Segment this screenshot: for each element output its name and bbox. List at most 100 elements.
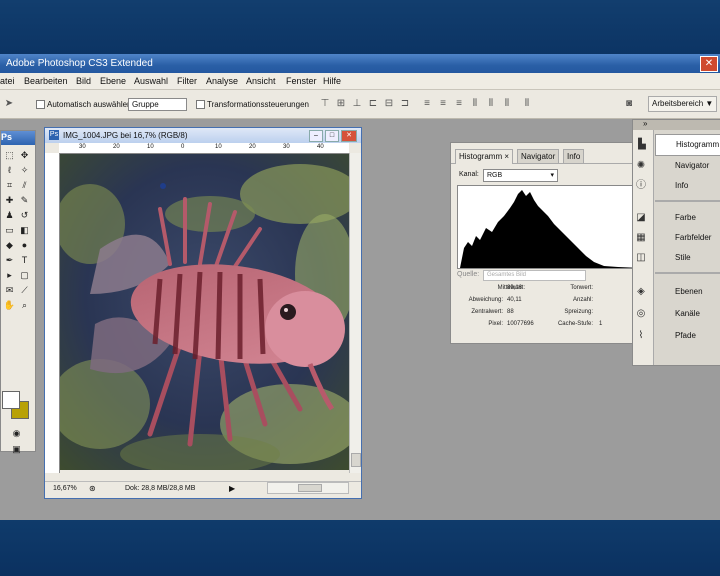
- chevron-down-icon: ▾: [550, 172, 554, 179]
- dock-separator: [655, 272, 720, 274]
- marquee-tool-icon[interactable]: ⬚: [3, 149, 16, 161]
- dock-item-channels[interactable]: ◎ Kanäle: [637, 304, 720, 324]
- align-right-icon[interactable]: ⊐: [398, 98, 412, 110]
- distribute-hcenter-icon[interactable]: ⦀: [484, 98, 498, 110]
- align-left-icon[interactable]: ⊏: [366, 98, 380, 110]
- notes-tool-icon[interactable]: ✉: [3, 284, 16, 296]
- camera-icon[interactable]: ◙: [622, 98, 636, 110]
- status-icon[interactable]: ⊛: [89, 484, 96, 493]
- menu-filter[interactable]: Filter: [177, 76, 197, 86]
- collapse-icon[interactable]: »: [643, 119, 647, 128]
- dock-item-swatches[interactable]: ▦ Farbfelder: [636, 228, 720, 248]
- dock-separator: [655, 200, 720, 202]
- menu-datei[interactable]: atei: [0, 76, 15, 86]
- move-tool-icon[interactable]: ✥: [18, 149, 31, 161]
- transform-controls-label: Transformationssteuerungen: [207, 100, 309, 109]
- menu-bearbeiten[interactable]: Bearbeiten: [24, 76, 68, 86]
- eraser-tool-icon[interactable]: ▭: [3, 224, 16, 236]
- stat-count-label: Anzahl:: [572, 297, 593, 303]
- quick-mask-icon[interactable]: ◉: [10, 427, 23, 439]
- align-bottom-icon[interactable]: ⊥: [350, 98, 364, 110]
- eyedropper-icon[interactable]: ⟋: [18, 284, 31, 296]
- ruler-tick: 30: [79, 144, 86, 150]
- status-menu-arrow-icon[interactable]: ▶: [229, 484, 235, 493]
- menu-bild[interactable]: Bild: [76, 76, 91, 86]
- image-canvas[interactable]: [60, 154, 349, 470]
- panel-dock: » ▙ Histogramm ✺ Navigator ⓘ Info ◪ Farb…: [632, 119, 720, 366]
- brush-tool-icon[interactable]: ✎: [18, 194, 31, 206]
- dodge-tool-icon[interactable]: ●: [18, 239, 31, 251]
- maximize-icon[interactable]: □: [325, 130, 339, 142]
- auto-select-dropdown[interactable]: Gruppe: [128, 98, 187, 111]
- dock-item-color[interactable]: ◪ Farbe: [636, 208, 720, 228]
- menu-ebene[interactable]: Ebene: [100, 76, 126, 86]
- dock-item-navigator[interactable]: ✺ Navigator: [637, 156, 720, 176]
- pen-tool-icon[interactable]: ✒: [3, 254, 16, 266]
- dock-item-label: Info: [675, 181, 689, 190]
- source-dropdown[interactable]: Gesamtes Bild: [483, 270, 586, 281]
- tab-info[interactable]: Info: [563, 149, 585, 163]
- crop-tool-icon[interactable]: ⌗: [3, 179, 16, 191]
- menu-fenster[interactable]: Fenster: [286, 76, 317, 86]
- swatches-icon: ▦: [636, 232, 646, 243]
- ruler-tick: 20: [249, 144, 256, 150]
- move-tool-icon[interactable]: ➤: [2, 98, 16, 110]
- blur-tool-icon[interactable]: ◆: [3, 239, 16, 251]
- distribute-top-icon[interactable]: ≡: [420, 98, 434, 110]
- auto-select-checkbox[interactable]: [36, 100, 45, 110]
- align-vcenter-icon[interactable]: ⊞: [334, 98, 348, 110]
- hand-tool-icon[interactable]: ✋: [3, 299, 16, 311]
- distribute-left-icon[interactable]: ⦀: [468, 98, 482, 110]
- distribute-vcenter-icon[interactable]: ≡: [436, 98, 450, 110]
- align-hcenter-icon[interactable]: ⊟: [382, 98, 396, 110]
- dock-header: »: [633, 119, 720, 130]
- align-top-icon[interactable]: ⊤: [318, 98, 332, 110]
- magic-wand-icon[interactable]: ✧: [18, 164, 31, 176]
- stamp-tool-icon[interactable]: ♟: [3, 209, 16, 221]
- dock-item-info[interactable]: ⓘ Info: [636, 176, 720, 196]
- shape-tool-icon[interactable]: ▢: [18, 269, 31, 281]
- stat-level-label: Tonwert:: [570, 285, 593, 291]
- transform-controls-checkbox[interactable]: [196, 100, 205, 110]
- dock-item-paths[interactable]: ⌇ Pfade: [639, 326, 720, 346]
- dock-item-layers[interactable]: ◈ Ebenen: [637, 282, 720, 302]
- menu-analyse[interactable]: Analyse: [206, 76, 238, 86]
- distribute-right-icon[interactable]: ⦀: [500, 98, 514, 110]
- close-icon[interactable]: ✕: [341, 130, 357, 142]
- ruler-tick: 20: [113, 144, 120, 150]
- healing-brush-icon[interactable]: ✚: [3, 194, 16, 206]
- auto-select-value: Gruppe: [132, 100, 159, 109]
- menu-ansicht[interactable]: Ansicht: [246, 76, 276, 86]
- channel-dropdown[interactable]: RGB ▾: [483, 169, 558, 182]
- history-brush-icon[interactable]: ↺: [18, 209, 31, 221]
- lasso-tool-icon[interactable]: ℓ: [3, 164, 16, 176]
- vertical-scrollbar[interactable]: [349, 153, 361, 473]
- tab-histogram[interactable]: Histogramm ×: [455, 149, 514, 164]
- gradient-tool-icon[interactable]: ◧: [18, 224, 31, 236]
- paths-icon: ⌇: [638, 330, 644, 341]
- zoom-level[interactable]: 16,67%: [53, 485, 77, 492]
- stat-median-value: 88: [507, 309, 514, 315]
- menu-hilfe[interactable]: Hilfe: [323, 76, 341, 86]
- horizontal-scrollbar[interactable]: [267, 482, 349, 494]
- auto-align-icon[interactable]: ⫴: [520, 98, 534, 110]
- scroll-thumb[interactable]: [298, 484, 322, 492]
- histogram-graph: [457, 185, 647, 269]
- dock-item-histogram[interactable]: ▙ Histogramm: [638, 134, 720, 156]
- minimize-icon[interactable]: –: [309, 130, 323, 142]
- menu-auswahl[interactable]: Auswahl: [134, 76, 168, 86]
- workspace-button[interactable]: Arbeitsbereich ▼: [648, 96, 718, 112]
- scroll-thumb[interactable]: [351, 453, 361, 467]
- screen-mode-icon[interactable]: ▣: [10, 443, 23, 455]
- distribute-bottom-icon[interactable]: ≡: [452, 98, 466, 110]
- path-select-icon[interactable]: ▸: [3, 269, 16, 281]
- close-icon[interactable]: ✕: [700, 56, 718, 72]
- tab-navigator[interactable]: Navigator: [517, 149, 560, 163]
- dock-item-styles[interactable]: ◫ Stile: [636, 248, 720, 268]
- foreground-color-swatch[interactable]: [2, 391, 20, 409]
- type-tool-icon[interactable]: T: [18, 254, 31, 266]
- slice-tool-icon[interactable]: ⫽: [18, 179, 31, 191]
- document-size: Dok: 28,8 MB/28,8 MB: [125, 485, 196, 492]
- zoom-tool-icon[interactable]: ⌕: [18, 299, 31, 311]
- stat-mean-value: 89,16: [507, 285, 523, 291]
